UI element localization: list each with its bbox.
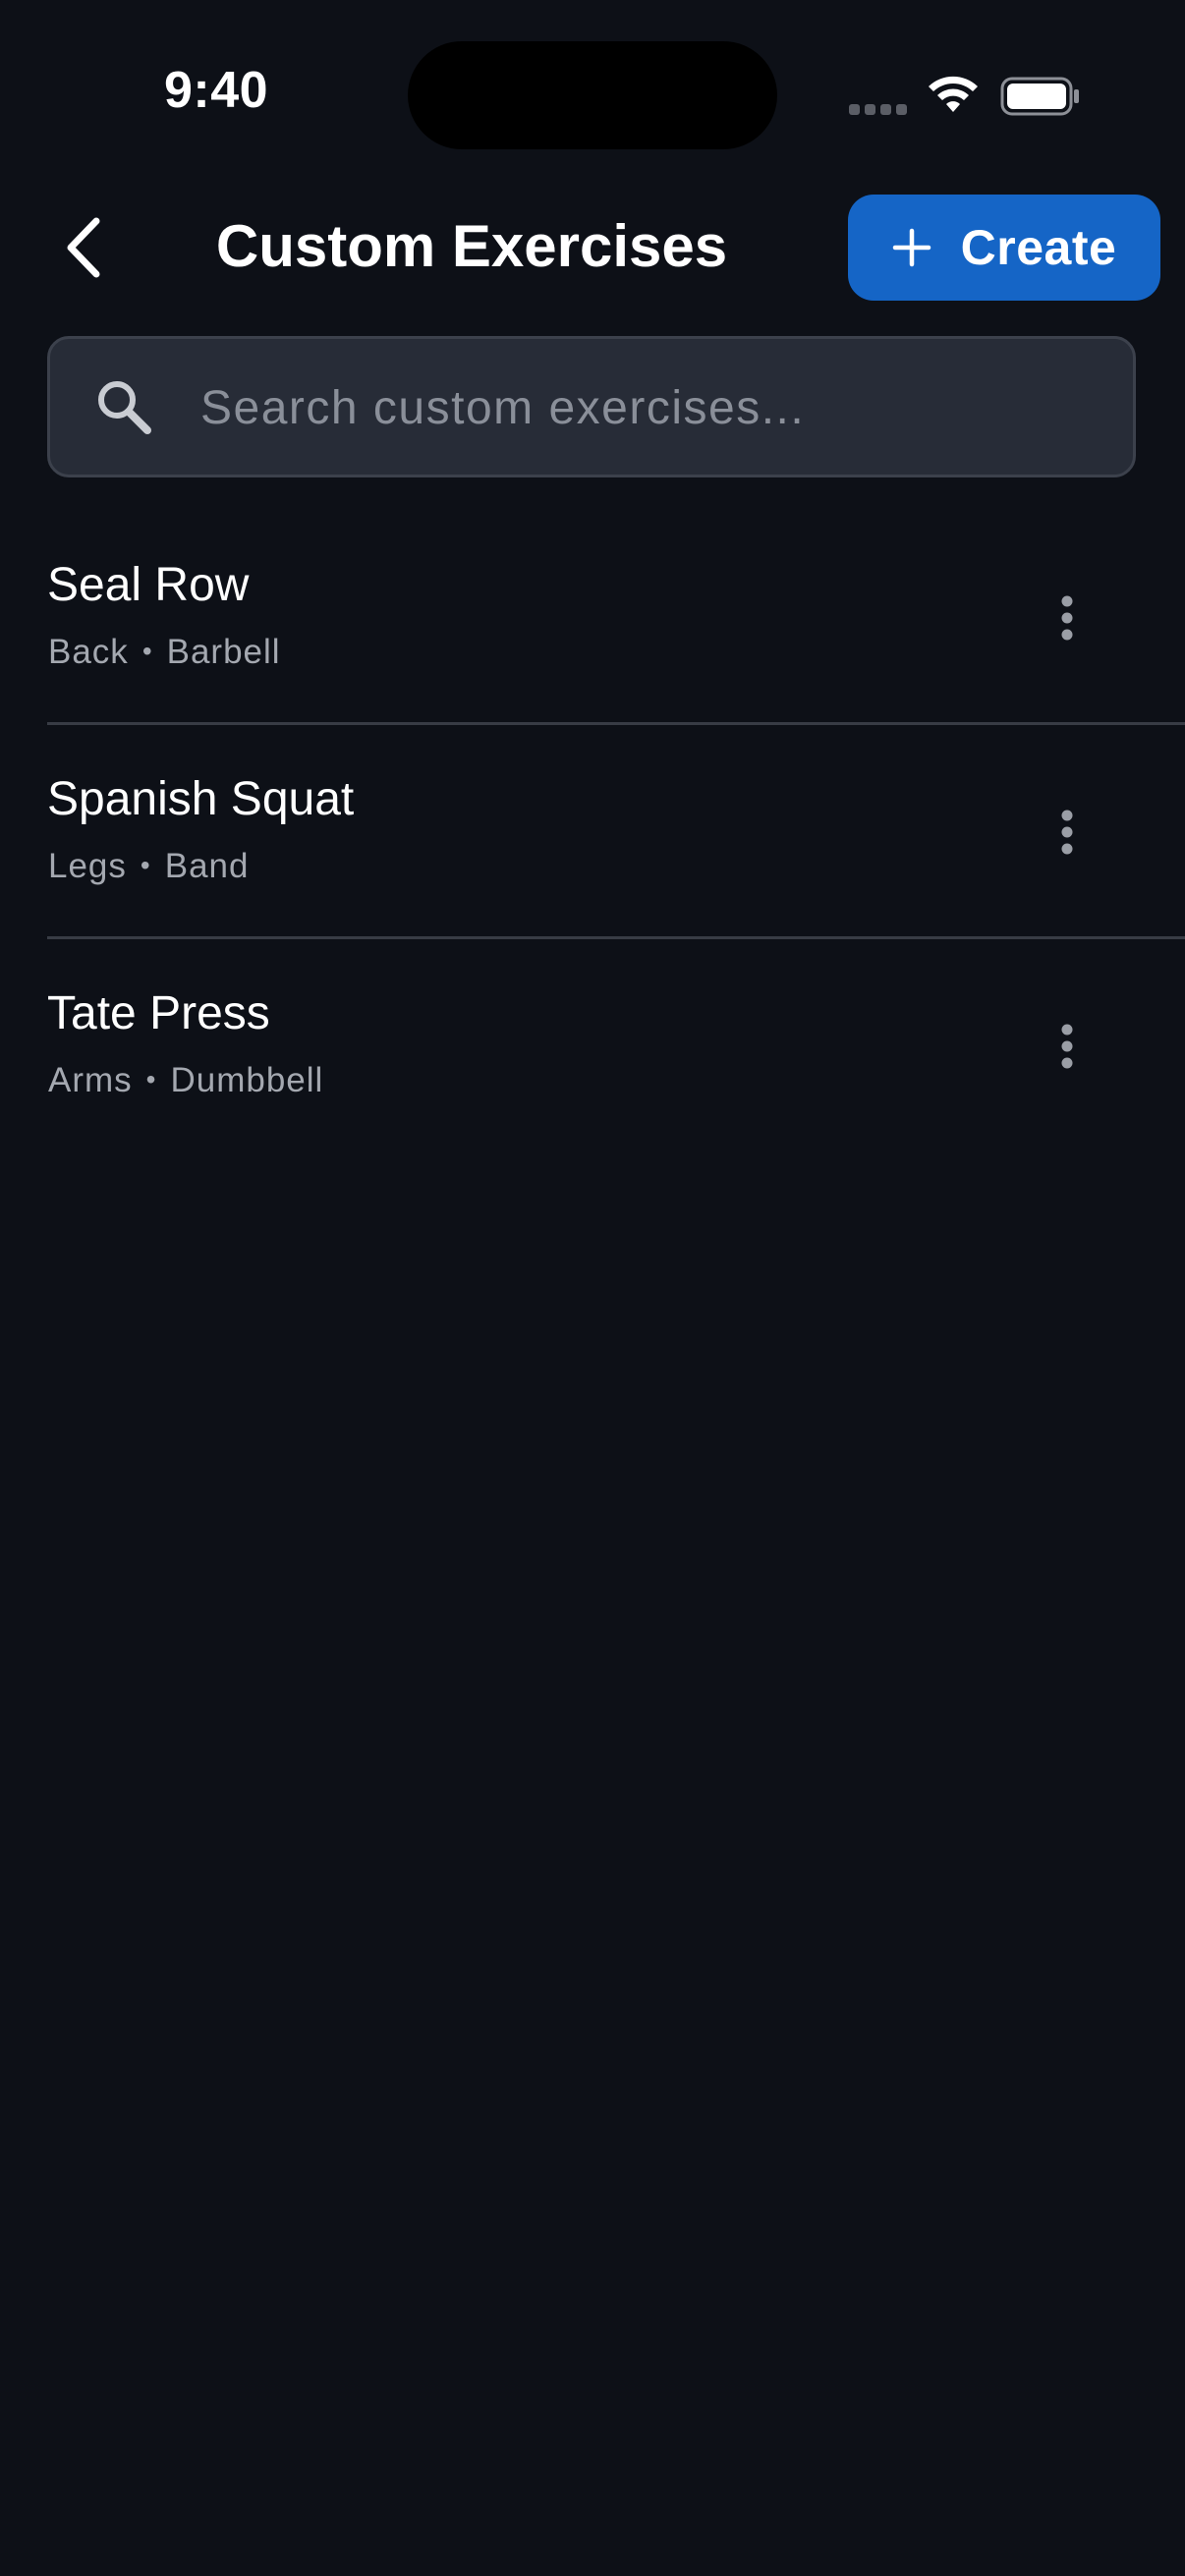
meta-separator: • bbox=[145, 1064, 157, 1094]
exercise-equipment: Band bbox=[164, 847, 250, 885]
exercise-item-tate-press[interactable]: Tate Press Arms • Dumbbell bbox=[0, 939, 1185, 1153]
battery-icon bbox=[1000, 77, 1079, 116]
search-input[interactable] bbox=[200, 359, 1085, 457]
more-options-button[interactable] bbox=[1028, 574, 1106, 662]
exercise-muscle: Legs bbox=[48, 847, 127, 885]
status-time: 9:40 bbox=[163, 62, 269, 119]
more-options-button[interactable] bbox=[1028, 788, 1106, 876]
create-button-label: Create bbox=[960, 220, 1117, 275]
page-title: Custom Exercises bbox=[215, 213, 728, 279]
exercise-name: Seal Row bbox=[47, 559, 250, 611]
exercise-equipment: Dumbbell bbox=[170, 1061, 324, 1099]
signal-icon bbox=[849, 104, 908, 116]
custom-exercises-screen: 9:40 Custom Exercises Create Search cust… bbox=[0, 0, 1185, 2576]
create-button[interactable]: Create bbox=[848, 195, 1160, 301]
chevron-left-icon bbox=[67, 217, 100, 278]
wifi-icon bbox=[929, 76, 978, 112]
meta-separator: • bbox=[141, 636, 153, 666]
exercise-list: Seal Row Back • Barbell Spanish Squat Legs… bbox=[0, 511, 1185, 1153]
exercise-meta: Back • Barbell bbox=[48, 633, 281, 672]
search-icon bbox=[98, 381, 151, 434]
dynamic-island bbox=[408, 41, 777, 149]
plus-icon bbox=[892, 228, 931, 267]
more-vertical-icon bbox=[1061, 1024, 1073, 1069]
back-button[interactable] bbox=[47, 206, 118, 289]
more-options-button[interactable] bbox=[1028, 1002, 1106, 1091]
more-vertical-icon bbox=[1061, 810, 1073, 855]
exercise-name: Spanish Squat bbox=[47, 773, 355, 825]
exercise-item-spanish-squat[interactable]: Spanish Squat Legs • Band bbox=[0, 725, 1185, 939]
exercise-equipment: Barbell bbox=[166, 633, 281, 671]
exercise-name: Tate Press bbox=[47, 987, 270, 1039]
exercise-item-seal-row[interactable]: Seal Row Back • Barbell bbox=[0, 511, 1185, 725]
exercise-muscle: Arms bbox=[48, 1061, 133, 1099]
exercise-meta: Legs • Band bbox=[48, 847, 249, 886]
exercise-muscle: Back bbox=[48, 633, 129, 671]
more-vertical-icon bbox=[1061, 595, 1073, 641]
search-box[interactable] bbox=[47, 336, 1136, 477]
exercise-meta: Arms • Dumbbell bbox=[48, 1061, 323, 1100]
meta-separator: • bbox=[140, 850, 151, 880]
